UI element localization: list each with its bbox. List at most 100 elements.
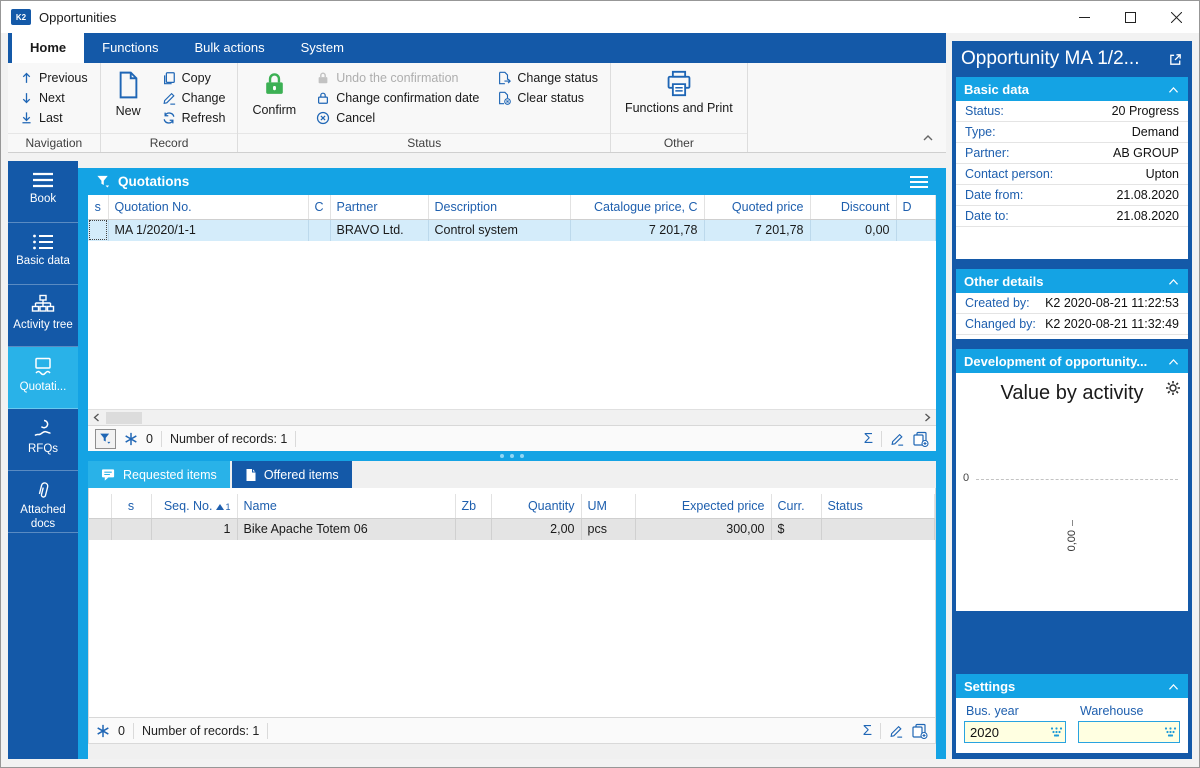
cell-discount[interactable]: 0,00 bbox=[810, 219, 897, 241]
filter-icon[interactable] bbox=[96, 174, 111, 189]
cell-status[interactable] bbox=[821, 518, 935, 540]
collapse-chevron-icon[interactable] bbox=[1167, 682, 1180, 691]
cell-zb[interactable] bbox=[455, 518, 492, 540]
cell-catalogue-price[interactable]: 7 201,78 bbox=[570, 219, 705, 241]
col-quotation-no[interactable]: Quotation No. bbox=[108, 195, 309, 220]
pinned-records-icon[interactable] bbox=[124, 432, 138, 446]
col-quoted-price[interactable]: Quoted price bbox=[704, 195, 811, 220]
cell-curr[interactable]: $ bbox=[771, 518, 822, 540]
sidebar-item-activity-tree[interactable]: Activity tree bbox=[8, 285, 78, 347]
dropdown-dots-icon[interactable] bbox=[1050, 726, 1063, 738]
ribbon-collapse-button[interactable] bbox=[922, 129, 934, 147]
collapse-chevron-icon[interactable] bbox=[1167, 277, 1180, 286]
sum-button[interactable]: Σ bbox=[863, 722, 872, 739]
other-details-header[interactable]: Other details bbox=[956, 269, 1188, 293]
chart-settings-gear-icon[interactable] bbox=[1165, 380, 1181, 396]
filter-toggle-button[interactable] bbox=[95, 428, 116, 449]
tab-bulk-actions[interactable]: Bulk actions bbox=[177, 33, 283, 63]
cancel-button[interactable]: Cancel bbox=[312, 108, 483, 128]
quotation-row[interactable]: MA 1/2020/1-1 BRAVO Ltd. Control system … bbox=[88, 219, 936, 241]
row-selector-cell[interactable] bbox=[88, 219, 109, 241]
panel-splitter[interactable] bbox=[88, 451, 936, 461]
change-button[interactable]: Change bbox=[158, 88, 230, 108]
col-seq-no[interactable]: Seq. No. 1 bbox=[151, 494, 238, 519]
sidebar-item-basic-data[interactable]: Basic data bbox=[8, 223, 78, 285]
undo-confirmation-button[interactable]: Undo the confirmation bbox=[312, 68, 483, 88]
document-icon bbox=[246, 468, 256, 481]
col-expected-price[interactable]: Expected price bbox=[635, 494, 772, 519]
col-discount[interactable]: Discount bbox=[810, 195, 897, 220]
pinned-records-icon[interactable] bbox=[96, 724, 110, 738]
refresh-button[interactable]: Refresh bbox=[158, 108, 230, 128]
tab-offered-items[interactable]: Offered items bbox=[231, 461, 352, 488]
tab-home[interactable]: Home bbox=[12, 33, 85, 63]
cell-c[interactable] bbox=[308, 219, 331, 241]
edit-button[interactable] bbox=[890, 432, 904, 446]
minimize-button[interactable] bbox=[1061, 1, 1107, 33]
previous-button[interactable]: Previous bbox=[16, 68, 92, 88]
basic-data-header[interactable]: Basic data bbox=[956, 77, 1188, 101]
copy-button[interactable]: Copy bbox=[158, 68, 230, 88]
group-record: New Copy Change Refresh Record bbox=[100, 63, 239, 152]
cell-name[interactable]: Bike Apache Totem 06 bbox=[237, 518, 456, 540]
new-button[interactable]: New bbox=[109, 68, 148, 120]
edit-button[interactable] bbox=[889, 724, 903, 738]
cell-partner[interactable]: BRAVO Ltd. bbox=[330, 219, 429, 241]
col-curr[interactable]: Curr. bbox=[771, 494, 822, 519]
change-status-button[interactable]: Change status bbox=[493, 68, 602, 88]
cell-seq-no[interactable]: 1 bbox=[151, 518, 238, 540]
cell-quotation-no[interactable]: MA 1/2020/1-1 bbox=[108, 219, 309, 241]
collapse-chevron-icon[interactable] bbox=[1167, 85, 1180, 94]
new-record-grid-button[interactable] bbox=[911, 723, 928, 739]
last-button[interactable]: Last bbox=[16, 108, 92, 128]
col-um[interactable]: UM bbox=[581, 494, 636, 519]
col-zb[interactable]: Zb bbox=[455, 494, 492, 519]
col-partner[interactable]: Partner bbox=[330, 195, 429, 220]
close-button[interactable] bbox=[1153, 1, 1199, 33]
col-blank[interactable] bbox=[89, 494, 112, 519]
sidebar-item-book[interactable]: Book bbox=[8, 161, 78, 223]
sort-ascending-icon: 1 bbox=[216, 502, 231, 512]
quotations-panel: Quotations s Quotation No. C Partner Des… bbox=[88, 168, 936, 451]
collapse-chevron-icon[interactable] bbox=[1167, 357, 1180, 366]
item-row[interactable]: 1 Bike Apache Totem 06 2,00 pcs 300,00 $ bbox=[89, 518, 935, 540]
functions-and-print-button[interactable]: Functions and Print bbox=[619, 68, 739, 117]
col-s[interactable]: s bbox=[111, 494, 152, 519]
sidebar-item-quotations[interactable]: Quotati... bbox=[8, 347, 78, 409]
col-s[interactable]: s bbox=[88, 195, 109, 220]
col-name[interactable]: Name bbox=[237, 494, 456, 519]
sidebar-item-rfqs[interactable]: RFQs bbox=[8, 409, 78, 471]
cell-quantity[interactable]: 2,00 bbox=[491, 518, 582, 540]
development-header[interactable]: Development of opportunity... bbox=[956, 349, 1188, 373]
cell-d[interactable] bbox=[896, 219, 936, 241]
col-catalogue-price[interactable]: Catalogue price, C bbox=[570, 195, 705, 220]
settings-header[interactable]: Settings bbox=[956, 674, 1188, 698]
change-confirmation-date-button[interactable]: Change confirmation date bbox=[312, 88, 483, 108]
new-record-grid-button[interactable] bbox=[912, 431, 929, 447]
tab-requested-items[interactable]: Requested items bbox=[88, 461, 230, 488]
maximize-button[interactable] bbox=[1107, 1, 1153, 33]
scrollbar-thumb[interactable] bbox=[106, 411, 142, 424]
sidebar-item-attached-docs[interactable]: Attached docs bbox=[8, 471, 78, 533]
cell-quoted-price[interactable]: 7 201,78 bbox=[704, 219, 811, 241]
clear-status-button[interactable]: Clear status bbox=[493, 88, 602, 108]
horizontal-scrollbar[interactable] bbox=[88, 409, 936, 425]
col-status[interactable]: Status bbox=[821, 494, 935, 519]
tab-system[interactable]: System bbox=[283, 33, 362, 63]
col-quantity[interactable]: Quantity bbox=[491, 494, 582, 519]
cell-expected-price[interactable]: 300,00 bbox=[635, 518, 772, 540]
col-d[interactable]: D bbox=[896, 195, 936, 220]
cell-description[interactable]: Control system bbox=[428, 219, 571, 241]
col-description[interactable]: Description bbox=[428, 195, 571, 220]
panel-menu-icon[interactable] bbox=[910, 175, 928, 188]
next-button[interactable]: Next bbox=[16, 88, 92, 108]
dropdown-dots-icon[interactable] bbox=[1164, 726, 1177, 738]
confirm-button[interactable]: Confirm bbox=[246, 68, 302, 119]
cell-um[interactable]: pcs bbox=[581, 518, 636, 540]
open-in-window-icon[interactable] bbox=[1168, 52, 1183, 67]
col-c[interactable]: C bbox=[308, 195, 331, 220]
sum-button[interactable]: Σ bbox=[864, 430, 873, 447]
tab-functions[interactable]: Functions bbox=[84, 33, 176, 63]
scroll-left-arrow[interactable] bbox=[88, 410, 105, 425]
scroll-right-arrow[interactable] bbox=[919, 410, 936, 425]
